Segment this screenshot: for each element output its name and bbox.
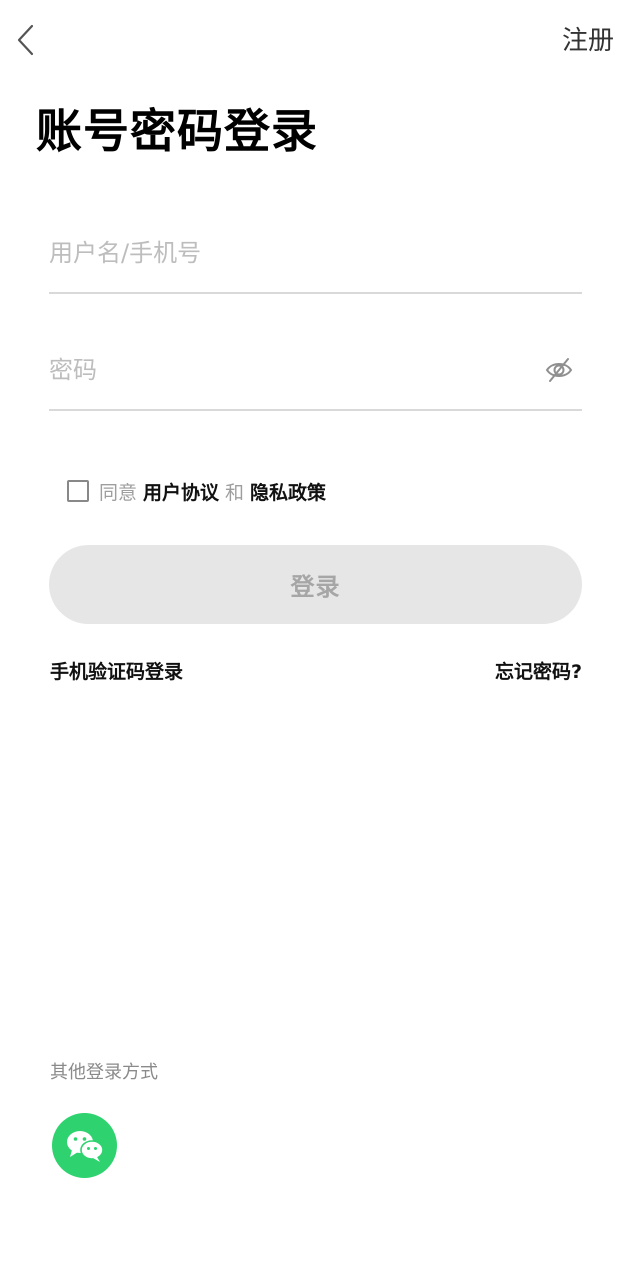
agreement-prefix: 同意: [99, 481, 138, 504]
password-field: [49, 347, 582, 411]
eye-off-icon: [545, 358, 573, 382]
password-input[interactable]: [49, 347, 582, 393]
other-login-title: 其他登录方式: [50, 1062, 158, 1083]
wechat-login-button[interactable]: [52, 1113, 117, 1178]
agreement-checkbox[interactable]: [67, 480, 89, 502]
password-visibility-toggle[interactable]: [544, 355, 574, 385]
agreement-row: 同意 用户协议 和 隐私政策: [67, 477, 332, 505]
login-page: 注册 账号密码登录 同意 用户协议 和 隐私政策 登录 手机验证码登录 忘记密码…: [0, 0, 630, 1280]
wechat-icon: [66, 1130, 104, 1162]
page-title: 账号密码登录: [36, 104, 318, 158]
login-button[interactable]: 登录: [49, 545, 582, 624]
username-input[interactable]: [49, 230, 582, 276]
user-agreement-link[interactable]: 用户协议: [143, 478, 219, 505]
privacy-policy-link[interactable]: 隐私政策: [250, 478, 326, 505]
forgot-password-link[interactable]: 忘记密码?: [495, 659, 582, 685]
sms-login-link[interactable]: 手机验证码登录: [50, 659, 183, 685]
username-field: [49, 230, 582, 294]
agreement-conjunction: 和: [225, 481, 245, 504]
back-button[interactable]: [10, 20, 46, 60]
register-link[interactable]: 注册: [562, 25, 614, 57]
chevron-left-icon: [17, 24, 34, 56]
